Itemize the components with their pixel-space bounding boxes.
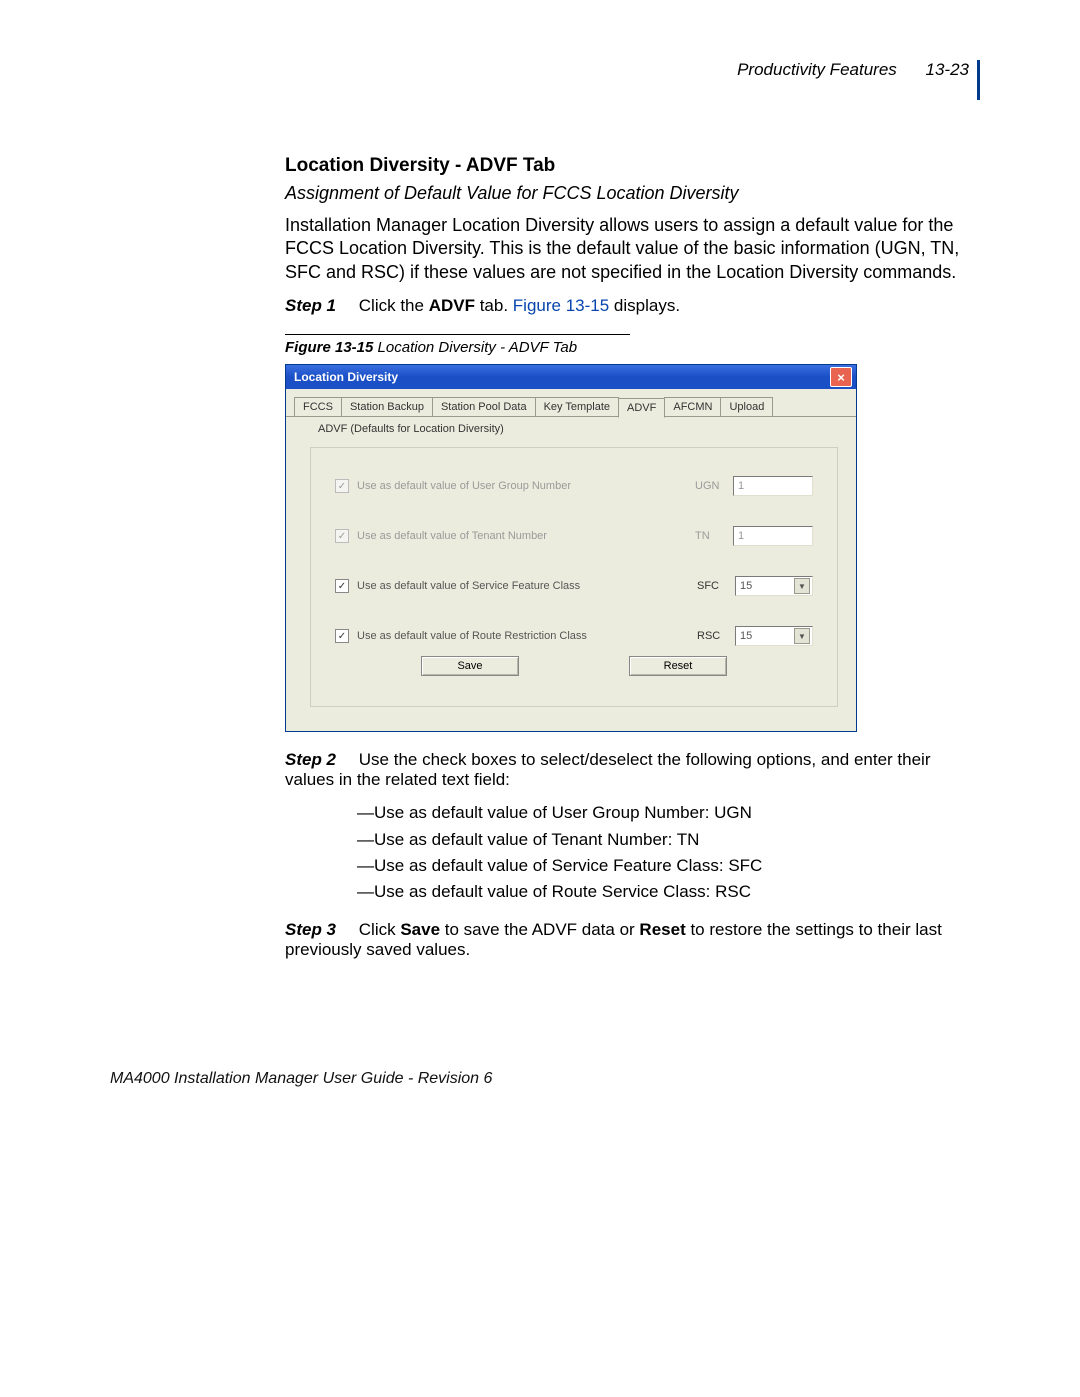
option-ugn: Use as default value of User Group Numbe… (357, 800, 980, 826)
dialog-titlebar[interactable]: Location Diversity × (286, 365, 856, 389)
tab-afcmn[interactable]: AFCMN (664, 397, 721, 416)
step-1: Step 1 Click the ADVF tab. Figure 13-15 … (285, 296, 980, 316)
figure-link[interactable]: Figure 13-15 (513, 296, 609, 315)
checkbox-rsc[interactable]: ✓ (335, 629, 349, 643)
reset-button[interactable]: Reset (629, 656, 727, 676)
code-rsc: RSC (697, 630, 735, 642)
figure-rule (285, 334, 630, 335)
step-2-label: Step 2 (285, 750, 336, 769)
select-rsc[interactable]: 15 ▼ (735, 626, 813, 646)
save-button[interactable]: Save (421, 656, 519, 676)
options-list: Use as default value of User Group Numbe… (357, 800, 980, 905)
tab-advf[interactable]: ADVF (618, 398, 665, 418)
select-sfc[interactable]: 15 ▼ (735, 576, 813, 596)
figure-caption: Figure 13-15 Location Diversity - ADVF T… (285, 339, 980, 356)
dialog-buttons: Save Reset (335, 656, 813, 676)
step-2: Step 2 Use the check boxes to select/des… (285, 750, 980, 790)
row-ugn: ✓ Use as default value of User Group Num… (335, 476, 813, 496)
label-rsc: Use as default value of Route Restrictio… (357, 630, 697, 642)
step-3: Step 3 Click Save to save the ADVF data … (285, 920, 980, 960)
tab-key-template[interactable]: Key Template (535, 397, 619, 416)
code-ugn: UGN (695, 480, 733, 492)
label-tn: Use as default value of Tenant Number (357, 530, 695, 542)
section-title: Location Diversity - ADVF Tab (285, 155, 980, 177)
tab-station-backup[interactable]: Station Backup (341, 397, 433, 416)
chevron-down-icon[interactable]: ▼ (794, 628, 810, 644)
page-footer: MA4000 Installation Manager User Guide -… (110, 1070, 980, 1088)
tab-station-pool-data[interactable]: Station Pool Data (432, 397, 536, 416)
step-1-label: Step 1 (285, 296, 336, 315)
option-tn: Use as default value of Tenant Number: T… (357, 827, 980, 853)
chevron-down-icon[interactable]: ▼ (794, 578, 810, 594)
close-icon[interactable]: × (830, 367, 852, 387)
option-sfc: Use as default value of Service Feature … (357, 853, 980, 879)
code-tn: TN (695, 530, 733, 542)
option-rsc: Use as default value of Route Service Cl… (357, 879, 980, 905)
checkbox-ugn[interactable]: ✓ (335, 479, 349, 493)
row-tn: ✓ Use as default value of Tenant Number … (335, 526, 813, 546)
chapter-name: Productivity Features (737, 60, 897, 79)
label-ugn: Use as default value of User Group Numbe… (357, 480, 695, 492)
dialog-tabs: FCCS Station Backup Station Pool Data Ke… (286, 389, 856, 417)
checkbox-tn[interactable]: ✓ (335, 529, 349, 543)
row-sfc: ✓ Use as default value of Service Featur… (335, 576, 813, 596)
checkbox-sfc[interactable]: ✓ (335, 579, 349, 593)
page-header: Productivity Features 13-23 (110, 60, 980, 100)
code-sfc: SFC (697, 580, 735, 592)
section-subtitle: Assignment of Default Value for FCCS Loc… (285, 183, 980, 204)
location-diversity-dialog: Location Diversity × FCCS Station Backup… (285, 364, 857, 732)
step-3-label: Step 3 (285, 920, 336, 939)
label-sfc: Use as default value of Service Feature … (357, 580, 697, 592)
input-tn[interactable]: 1 (733, 526, 813, 546)
tab-description: ADVF (Defaults for Location Diversity) (286, 417, 856, 435)
input-ugn[interactable]: 1 (733, 476, 813, 496)
tab-fccs[interactable]: FCCS (294, 397, 342, 416)
row-rsc: ✓ Use as default value of Route Restrict… (335, 626, 813, 646)
intro-paragraph: Installation Manager Location Diversity … (285, 214, 980, 284)
advf-fieldset: ✓ Use as default value of User Group Num… (310, 447, 838, 707)
page-number: 13-23 (902, 60, 969, 79)
dialog-title: Location Diversity (294, 370, 398, 384)
tab-upload[interactable]: Upload (720, 397, 773, 416)
